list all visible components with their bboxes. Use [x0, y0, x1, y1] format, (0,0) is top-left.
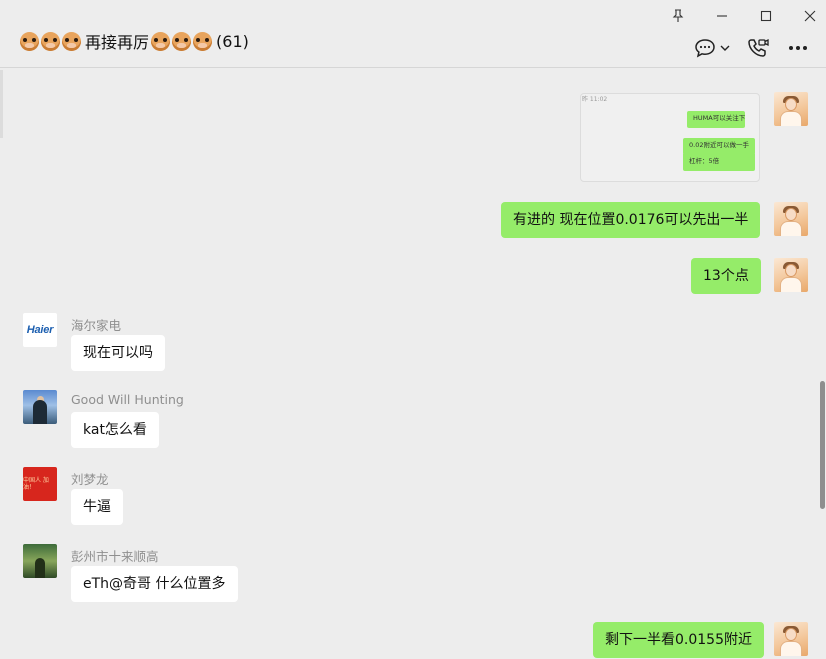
cow-emoji-icon	[151, 31, 171, 51]
image-message[interactable]: 昨 11:02 HUMA可以关注下 0.02附近可以做一手 杠杆：5倍	[580, 93, 760, 182]
close-icon	[804, 10, 816, 22]
sender-avatar[interactable]	[23, 544, 57, 578]
image-bubble-3: 杠杆：5倍	[683, 154, 755, 171]
cow-emoji-icon	[41, 31, 60, 51]
image-bubble-2: 0.02附近可以做一手	[683, 138, 755, 155]
image-timestamp: 昨 11:02	[582, 96, 608, 103]
minimize-icon	[717, 15, 727, 17]
sender-name: Good Will Hunting	[71, 392, 184, 407]
more-icon	[789, 46, 807, 50]
message-bubble[interactable]: 剩下一半看0.0155附近	[593, 622, 764, 658]
image-bubble-1: HUMA可以关注下	[687, 111, 745, 128]
my-avatar[interactable]	[774, 622, 808, 656]
sender-name: 海尔家电	[71, 318, 122, 333]
avatar-text: 中国人 加油！	[23, 477, 49, 491]
message-bubble[interactable]: 牛逼	[71, 489, 123, 525]
chat-bubble-icon	[695, 39, 715, 58]
sender-avatar[interactable]: Haier	[23, 313, 57, 347]
message-bubble[interactable]: kat怎么看	[71, 412, 159, 448]
chevron-down-icon	[720, 45, 730, 51]
message-bubble[interactable]: 有进的 现在位置0.0176可以先出一半	[501, 202, 761, 238]
close-button[interactable]	[798, 4, 822, 28]
maximize-icon	[760, 10, 772, 22]
cow-emoji-icon	[20, 31, 39, 51]
left-edge-strip	[0, 70, 3, 138]
chat-header: 再接再厉 (61)	[0, 0, 826, 68]
call-button[interactable]	[746, 36, 770, 60]
sender-name: 彭州市十来顺高	[71, 549, 159, 564]
cow-emoji-icon	[62, 31, 81, 51]
chat-options-button[interactable]	[690, 36, 734, 60]
chat-title-text: 再接再厉	[85, 33, 150, 52]
phone-video-icon	[748, 38, 769, 57]
scrollbar[interactable]	[820, 381, 825, 509]
member-count: (61)	[216, 31, 249, 51]
sender-avatar[interactable]: 中国人 加油！	[23, 467, 57, 501]
chat-title: 再接再厉 (61)	[20, 29, 249, 53]
message-bubble[interactable]: 现在可以吗	[71, 335, 165, 371]
sender-name: 刘梦龙	[71, 472, 109, 487]
my-avatar[interactable]	[774, 202, 808, 236]
sender-avatar[interactable]	[23, 390, 57, 424]
my-avatar[interactable]	[774, 258, 808, 292]
pin-icon	[672, 9, 684, 22]
maximize-button[interactable]	[754, 4, 778, 28]
message-bubble[interactable]: 13个点	[691, 258, 761, 294]
more-button[interactable]	[786, 36, 810, 60]
message-bubble[interactable]: eTh@奇哥 什么位置多	[71, 566, 238, 602]
my-avatar[interactable]	[774, 92, 808, 126]
cow-emoji-icon	[193, 31, 213, 51]
avatar-logo-text: Haier	[26, 324, 54, 336]
cow-emoji-icon	[172, 31, 192, 51]
pin-button[interactable]	[666, 4, 690, 28]
minimize-button[interactable]	[710, 4, 734, 28]
